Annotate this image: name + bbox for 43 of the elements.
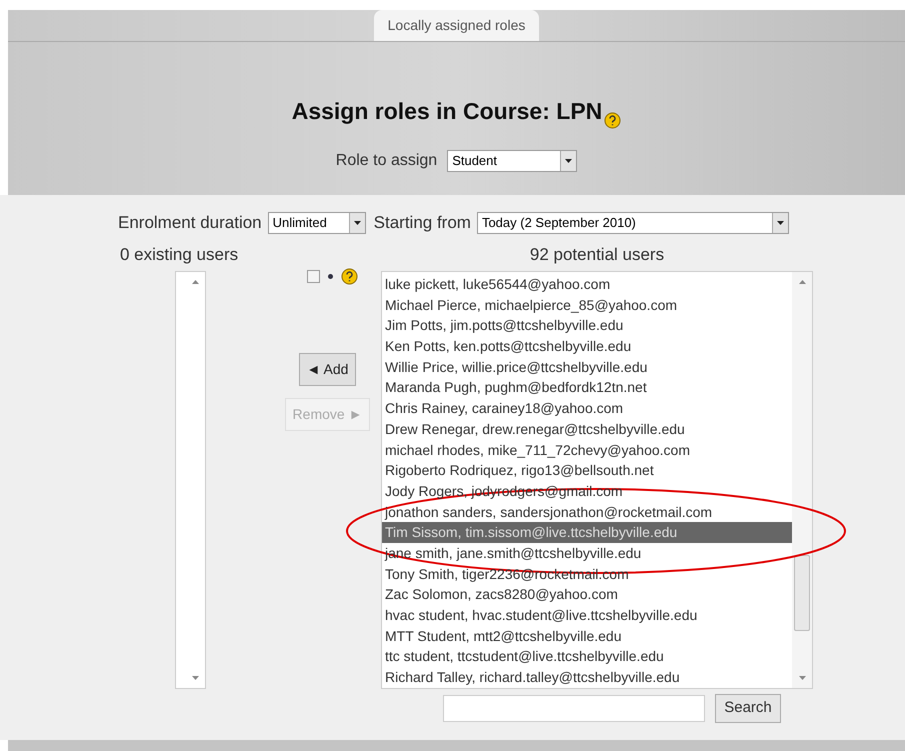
user-option[interactable]: Rigoberto Rodriquez, rigo13@bellsouth.net: [382, 460, 792, 481]
search-field[interactable]: [443, 694, 706, 722]
potential-users-list[interactable]: [381, 271, 813, 689]
user-option[interactable]: Michael Pierce, michaelpierce_85@yahoo.com: [382, 294, 792, 316]
user-option[interactable]: Richard Talley, richard.talley@ttcshelbyville.edu: [382, 667, 792, 688]
starting-label: Starting from: [374, 212, 471, 234]
user-option[interactable]: Jim Potts, jim.potts@ttcshelbyville.edu: [382, 315, 792, 336]
potential-users-heading: 92 potential users: [530, 244, 664, 266]
dropdown-select[interactable]: Student: [447, 150, 578, 172]
user-option[interactable]: Ken Potts, ken.potts@ttcshelbyville.edu: [382, 336, 792, 357]
user-option[interactable]: hvac student, hvac.student@live.ttcshelbyville.edu: [382, 605, 792, 626]
scrollbar[interactable]: [792, 272, 812, 688]
scrollbar-thumb[interactable]: [794, 555, 810, 631]
tab[interactable]: Locally assigned roles: [374, 10, 540, 41]
user-option[interactable]: michael rhodes, mike_711_72chevy@yahoo.com: [382, 440, 792, 460]
user-option[interactable]: ttc student, ttcstudent@live.ttcshelbyville.edu: [382, 646, 792, 668]
role-label: Role to assign: [336, 150, 438, 170]
dropdown-select[interactable]: Unlimited: [268, 212, 366, 234]
scroll-down-icon[interactable]: [798, 676, 806, 680]
search-button[interactable]: Search: [715, 694, 781, 722]
help-icon[interactable]: [604, 112, 622, 128]
scroll-up-icon[interactable]: [798, 280, 806, 284]
dropdown-select[interactable]: Today (2 September 2010): [476, 212, 789, 234]
checkbox[interactable]: [307, 270, 320, 282]
help-icon[interactable]: [341, 268, 358, 284]
user-option[interactable]: Willie Price, willie.price@ttcshelbyville.edu: [382, 356, 792, 378]
page-title: Assign roles in Course: LPN: [292, 97, 602, 126]
scroll-up-icon[interactable]: [192, 280, 199, 284]
user-option[interactable]: Drew Renegar, drew.renegar@ttcshelbyville.edu: [382, 418, 792, 440]
enrolment-label: Enrolment duration: [118, 212, 262, 234]
add-button[interactable]: ◄ Add: [298, 352, 356, 386]
user-option[interactable]: Tim Sissom, tim.sissom@live.ttcshelbyville.edu: [382, 522, 792, 543]
existing-users-heading: 0 existing users: [120, 244, 238, 266]
caret-icon: [354, 220, 361, 225]
user-option[interactable]: jonathon sanders, sandersjonathon@rocketmail.com: [382, 502, 792, 522]
scroll-down-icon[interactable]: [192, 676, 199, 680]
user-option[interactable]: Zac Solomon, zacs8280@yahoo.com: [382, 584, 792, 605]
user-option[interactable]: luke pickett, luke56544@yahoo.com: [382, 274, 792, 295]
caret-icon: [565, 158, 572, 162]
user-option[interactable]: Chris Rainey, carainey18@yahoo.com: [382, 398, 792, 419]
caret-icon: [776, 220, 784, 225]
user-option[interactable]: MTT Student, mtt2@ttcshelbyville.edu: [382, 626, 792, 646]
user-option[interactable]: Maranda Pugh, pughm@bedfordk12tn.net: [382, 377, 792, 398]
